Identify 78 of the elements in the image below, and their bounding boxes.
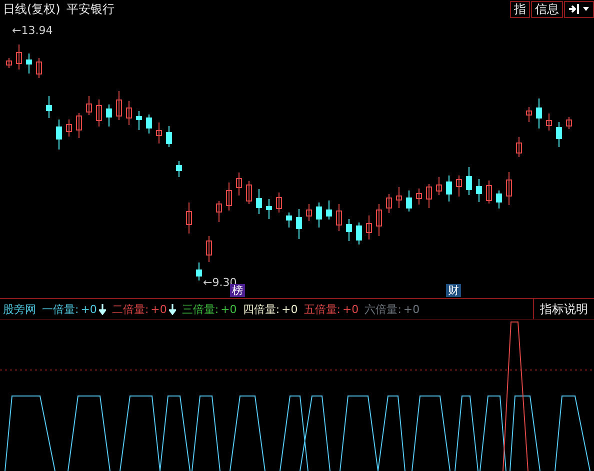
candlestick (276, 192, 282, 213)
candlestick (356, 222, 362, 245)
candlestick (46, 96, 52, 118)
legend-value: +0 (342, 302, 359, 316)
candlestick (116, 90, 122, 120)
candlestick (286, 212, 292, 228)
candlestick (26, 53, 32, 74)
candlestick (436, 176, 442, 196)
legend-value: +0 (80, 302, 97, 316)
candlestick (266, 198, 272, 220)
candlestick (556, 122, 562, 148)
candlestick (126, 100, 132, 126)
candlestick (156, 122, 162, 144)
candlestick (296, 208, 302, 240)
legend-value: +0 (220, 302, 237, 316)
candlestick (56, 119, 62, 150)
candlestick (446, 175, 452, 202)
candlestick (106, 104, 112, 127)
candlestick (256, 188, 262, 214)
candlestick (496, 190, 502, 209)
legend-label: 三倍量: (182, 302, 219, 316)
toolbar-button[interactable]: 指 (510, 0, 530, 18)
toolbar-button[interactable]: 信息 (531, 0, 563, 18)
candlestick (16, 44, 22, 70)
candlestick (166, 126, 172, 148)
stock-name: 平安银行 (66, 0, 114, 18)
legend-value: +0 (282, 302, 298, 316)
legend-value: +0 (403, 302, 420, 316)
candlestick (66, 119, 72, 137)
candlestick (336, 204, 342, 232)
legend-label: 六倍量: (364, 302, 402, 316)
candlestick (86, 96, 92, 116)
candlestick (136, 110, 142, 130)
candlestick (36, 58, 42, 78)
candlestick (376, 204, 382, 236)
legend-label: 四倍量: (242, 302, 280, 316)
candlestick (146, 114, 152, 134)
candlestick (396, 186, 402, 208)
candlestick (316, 202, 322, 228)
candlestick (546, 113, 552, 131)
collapse-button[interactable] (564, 0, 594, 18)
candlestick (566, 116, 572, 130)
legend-label: 五倍量: (304, 302, 340, 316)
legend-label: 二倍量: (112, 302, 149, 316)
legend-value: +0 (150, 302, 167, 316)
candlestick (176, 160, 182, 178)
candlestick (486, 180, 492, 204)
event-marker: 财 (446, 284, 461, 297)
candlestick (526, 106, 532, 122)
candlestick (346, 218, 352, 242)
candlestick (236, 172, 242, 196)
candlestick (366, 215, 372, 240)
candlestick (456, 175, 462, 197)
candlestick (226, 182, 232, 211)
legend-label: 一倍量: (42, 302, 79, 316)
high-price-label: ←13.94 (12, 24, 53, 37)
candlestick (536, 98, 542, 129)
event-marker: 榜 (230, 284, 245, 297)
candlestick (476, 178, 482, 202)
candlestick (466, 166, 472, 196)
candlestick (246, 180, 252, 204)
candlestick (416, 188, 422, 205)
candlestick (6, 58, 12, 68)
candlestick (326, 200, 332, 220)
chart-period-label: 日线(复权) (3, 0, 60, 18)
candlestick (206, 236, 212, 262)
candlestick (186, 202, 192, 234)
candlestick (516, 136, 522, 158)
candlestick (96, 99, 102, 127)
candlestick (506, 172, 512, 206)
candlestick (406, 190, 412, 212)
candlestick (76, 112, 82, 138)
candlestick (196, 262, 202, 281)
candlestick (216, 200, 222, 222)
candlestick (306, 204, 312, 222)
candlestick (426, 184, 432, 208)
candlestick (386, 194, 392, 214)
indicator-name: 股旁网 (3, 302, 36, 316)
